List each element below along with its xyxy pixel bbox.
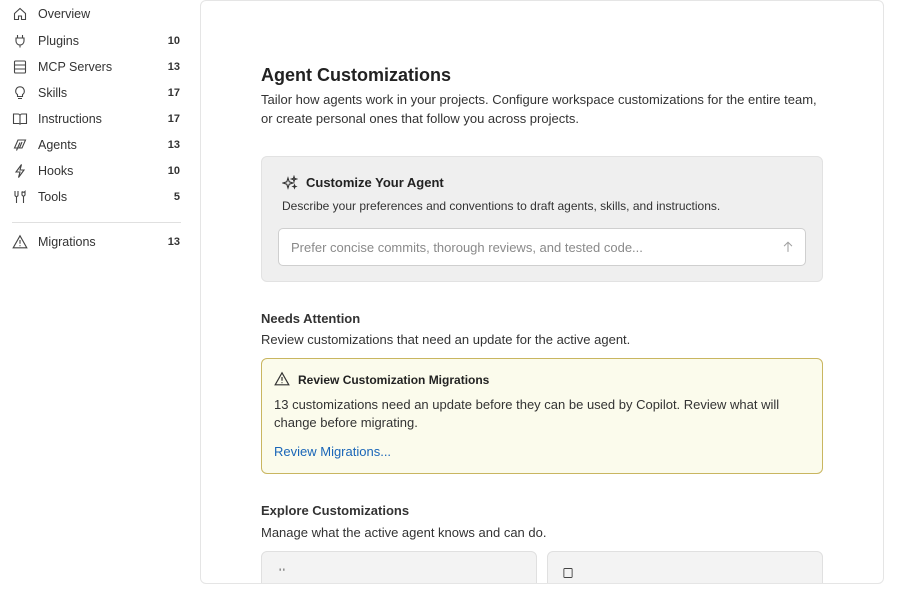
sidebar-item-count: 13 [167,61,180,73]
prompt-box [278,228,806,266]
explore-description: Manage what the active agent knows and c… [261,525,547,540]
sidebar-item-count: 13 [167,139,180,151]
customize-agent-title: Customize Your Agent [306,175,444,190]
migration-card: Review Customization Migrations 13 custo… [261,358,823,474]
sidebar-item-tools[interactable]: Tools 5 [0,184,192,210]
migration-card-description: 13 customizations need an update before … [274,397,780,430]
sidebar-item-plugins[interactable]: Plugins 10 [0,28,192,54]
sidebar-item-label: Migrations [38,235,96,249]
customize-agent-card: Customize Your Agent Describe your prefe… [261,156,823,282]
agent-icon [12,137,28,153]
lightbulb-icon [12,85,28,101]
sidebar-item-label: Overview [38,7,91,21]
main-panel: Agent Customizations Tailor how agents w… [200,0,884,584]
warning-icon [274,371,290,387]
needs-attention-heading: Needs Attention [261,311,361,326]
book-icon [12,111,28,127]
sidebar-item-migrations[interactable]: Migrations 13 [0,229,192,255]
send-button[interactable] [779,238,797,256]
needs-attention-description: Review customizations that need an updat… [261,332,631,347]
review-migrations-link[interactable]: Review Migrations... [274,444,391,459]
arrow-up-icon [783,241,793,252]
customize-agent-description: Describe your preferences and convention… [282,199,721,213]
sidebar-divider [12,222,181,223]
sidebar-item-count: 13 [167,236,180,248]
plug-icon [12,33,28,49]
server-icon [12,59,28,75]
sidebar-item-count: 10 [167,165,180,177]
sidebar-item-count: 10 [167,35,180,47]
sidebar-item-agents[interactable]: Agents 13 [0,132,192,158]
migration-card-title: Review Customization Migrations [298,373,490,387]
plug-icon [276,566,288,578]
customize-prompt-input[interactable] [279,229,759,265]
page-description: Tailor how agents work in your projects.… [261,92,817,126]
tools-icon [12,189,28,205]
sidebar-item-count: 17 [167,87,180,99]
sidebar-item-overview[interactable]: Overview [0,1,192,27]
explore-card[interactable] [261,551,537,583]
home-icon [12,6,28,22]
sidebar-item-label: Instructions [38,112,102,126]
explore-heading: Explore Customizations [261,503,410,518]
sidebar-item-label: Plugins [38,34,79,48]
sidebar-item-label: Tools [38,190,68,204]
sidebar-item-label: Hooks [38,164,74,178]
sparkle-icon [281,174,299,191]
sidebar-item-label: Agents [38,138,77,152]
warning-icon [12,234,28,250]
lightning-icon [12,163,28,179]
explore-card[interactable] [547,551,823,583]
server-icon [562,566,574,578]
sidebar-item-count: 17 [167,113,180,125]
sidebar-item-instructions[interactable]: Instructions 17 [0,106,192,132]
sidebar: Overview Plugins 10 MCP Servers 13 Skill… [0,0,192,600]
sidebar-item-label: MCP Servers [38,60,113,74]
sidebar-item-skills[interactable]: Skills 17 [0,80,192,106]
sidebar-item-hooks[interactable]: Hooks 10 [0,158,192,184]
sidebar-item-count: 5 [173,191,180,203]
page-title: Agent Customizations [261,65,452,85]
sidebar-item-label: Skills [38,86,68,100]
sidebar-item-mcp-servers[interactable]: MCP Servers 13 [0,54,192,80]
